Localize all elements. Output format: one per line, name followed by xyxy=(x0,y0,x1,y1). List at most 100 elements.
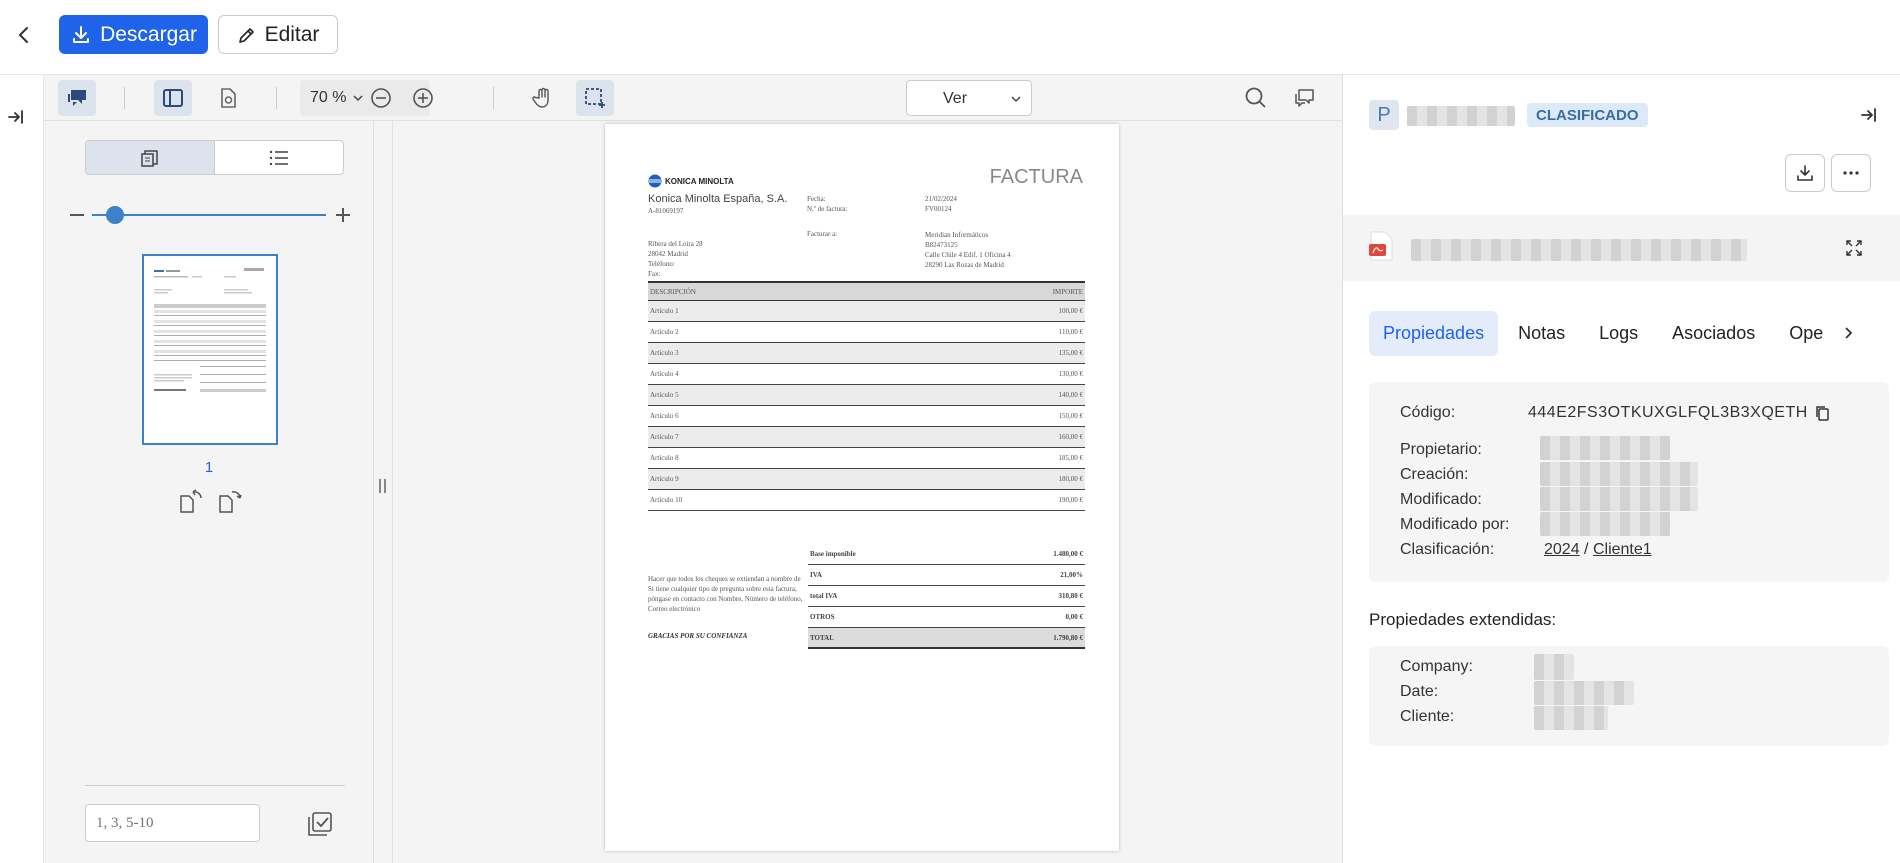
rotate-left-button[interactable] xyxy=(177,488,205,519)
clasificacion-label: Clasificación: xyxy=(1400,541,1495,558)
client-address: Meridian Informáticos B82473125 Calle Ch… xyxy=(925,230,1011,270)
zoom-out-icon[interactable] xyxy=(370,87,392,109)
tab-operaciones[interactable]: Oper xyxy=(1775,311,1823,356)
classification-year-link[interactable]: 2024 xyxy=(1544,541,1580,558)
annotations-button[interactable] xyxy=(1286,80,1322,116)
pdf-file-icon xyxy=(1369,231,1393,261)
totals-table: Base imponible 1.480,00 € IVA 21,00% total I… xyxy=(808,544,1085,649)
tab-logs[interactable]: Logs xyxy=(1585,311,1652,356)
sidebar-toggle-button[interactable] xyxy=(154,80,192,116)
date-label: Date: xyxy=(1400,683,1439,700)
file-row xyxy=(1343,215,1900,281)
company-label: Company: xyxy=(1400,658,1473,675)
item-description: Artículo 8 xyxy=(650,454,679,462)
tab-propiedades[interactable]: Propiedades xyxy=(1369,310,1499,356)
brand-name: KONICA MINOLTA xyxy=(665,176,734,186)
modificado-por-label: Modificado por: xyxy=(1400,516,1510,533)
marquee-select-icon xyxy=(585,88,605,108)
download-icon xyxy=(73,25,90,43)
download-button[interactable]: Descargar xyxy=(59,15,208,54)
totals-label: total IVA xyxy=(810,592,838,600)
comments-toggle-button[interactable] xyxy=(58,80,96,116)
item-description: Artículo 3 xyxy=(650,349,679,357)
item-amount: 130,00 € xyxy=(1058,370,1084,378)
table-row: Artículo 10 190,00 € xyxy=(648,490,1085,511)
thumbnail-page-number: 1 xyxy=(204,459,214,476)
page-settings-button[interactable] xyxy=(210,80,246,116)
totals-row: IVA 21,00% xyxy=(808,565,1085,586)
item-amount: 190,00 € xyxy=(1058,496,1084,504)
zoom-dropdown[interactable]: 70 % xyxy=(310,80,365,116)
konica-logo-icon xyxy=(648,174,662,188)
page-thumbnail-preview xyxy=(154,268,266,392)
search-button[interactable] xyxy=(1238,80,1274,116)
cliente-label: Cliente: xyxy=(1400,708,1455,725)
item-description: Artículo 4 xyxy=(650,370,679,378)
item-description: Artículo 10 xyxy=(650,496,683,504)
back-button[interactable] xyxy=(14,22,34,48)
totals-value: 310,80 € xyxy=(1058,592,1084,600)
search-icon xyxy=(1245,87,1266,108)
fullscreen-icon[interactable] xyxy=(1845,239,1863,257)
edit-button[interactable]: Editar xyxy=(218,15,338,54)
select-pages-button[interactable] xyxy=(306,810,334,843)
rotate-right-button[interactable] xyxy=(216,488,244,519)
view-select[interactable]: Ver xyxy=(906,80,1032,116)
totals-value: 0,00 € xyxy=(1065,613,1084,621)
expand-panel-icon[interactable] xyxy=(6,107,26,127)
company-value-redacted xyxy=(1534,654,1574,680)
pan-tool-button[interactable] xyxy=(524,80,562,116)
slider-track[interactable] xyxy=(92,214,326,216)
view-select-value: Ver xyxy=(943,90,968,107)
totals-row: Base imponible 1.480,00 € xyxy=(808,544,1085,565)
client-address-line: Calle Chile 4 Edif. 1 Oficina 4 xyxy=(925,251,1011,259)
fax-label: Fax: xyxy=(648,270,661,278)
minus-icon[interactable] xyxy=(70,214,84,216)
sidebar-icon xyxy=(163,89,183,107)
page-range-input[interactable] xyxy=(85,804,260,842)
client-id: B82473125 xyxy=(925,241,958,249)
totals-label: Base imponible xyxy=(810,550,856,558)
checklist-icon xyxy=(308,812,332,836)
download-file-button[interactable] xyxy=(1785,154,1825,192)
zoom-group: 70 % xyxy=(300,80,433,116)
sidebar-divider xyxy=(85,785,345,786)
address-line: 28042 Madrid xyxy=(648,250,688,258)
item-description: Artículo 9 xyxy=(650,475,679,483)
chevron-down-icon xyxy=(353,95,363,102)
totals-value: 21,00% xyxy=(1060,571,1083,579)
selection-tool-button[interactable] xyxy=(576,80,614,116)
factura-label: N.º de factura: xyxy=(807,205,848,213)
table-row: Artículo 2 110,00 € xyxy=(648,322,1085,343)
thumbnail-size-slider[interactable] xyxy=(70,205,350,225)
facturar-label: Facturar a: xyxy=(807,230,838,238)
plus-icon[interactable] xyxy=(336,208,350,222)
document-gear-icon xyxy=(221,88,236,108)
chevron-right-icon[interactable] xyxy=(1841,325,1857,341)
clasificacion-value: 2024 / Cliente1 xyxy=(1544,541,1652,559)
tab-asociados[interactable]: Asociados xyxy=(1658,311,1769,356)
outline-view-button[interactable] xyxy=(215,141,343,174)
zoom-in-icon[interactable] xyxy=(412,87,434,109)
payment-note: Hacer que todos los cheques se extiendan… xyxy=(648,575,803,613)
extended-properties-title: Propiedades extendidas: xyxy=(1369,610,1557,629)
classification-client-link[interactable]: Cliente1 xyxy=(1593,541,1652,558)
viewer-toolbar: 70 % Ver xyxy=(44,75,1342,121)
page-thumbnail[interactable] xyxy=(142,254,278,445)
top-bar: Descargar Editar xyxy=(0,0,1900,75)
copy-icon[interactable] xyxy=(1814,405,1830,423)
tab-notas[interactable]: Notas xyxy=(1504,311,1579,356)
panel-resize-handle[interactable] xyxy=(374,121,393,863)
item-amount: 110,00 € xyxy=(1058,328,1083,336)
avatar: P xyxy=(1369,100,1399,130)
thumbnails-view-button[interactable] xyxy=(86,141,215,174)
collapse-panel-icon[interactable] xyxy=(1859,105,1879,125)
item-amount: 140,00 € xyxy=(1058,391,1084,399)
left-rail xyxy=(0,75,44,863)
more-actions-button[interactable] xyxy=(1831,154,1871,192)
brand-logo: KONICA MINOLTA xyxy=(648,174,734,188)
item-rows: Artículo 1 100,00 € Artículo 2 110,00 € Artí… xyxy=(648,301,1085,511)
file-name-redacted xyxy=(1411,239,1747,261)
slider-thumb[interactable] xyxy=(106,206,124,224)
chat-icon xyxy=(68,90,86,106)
